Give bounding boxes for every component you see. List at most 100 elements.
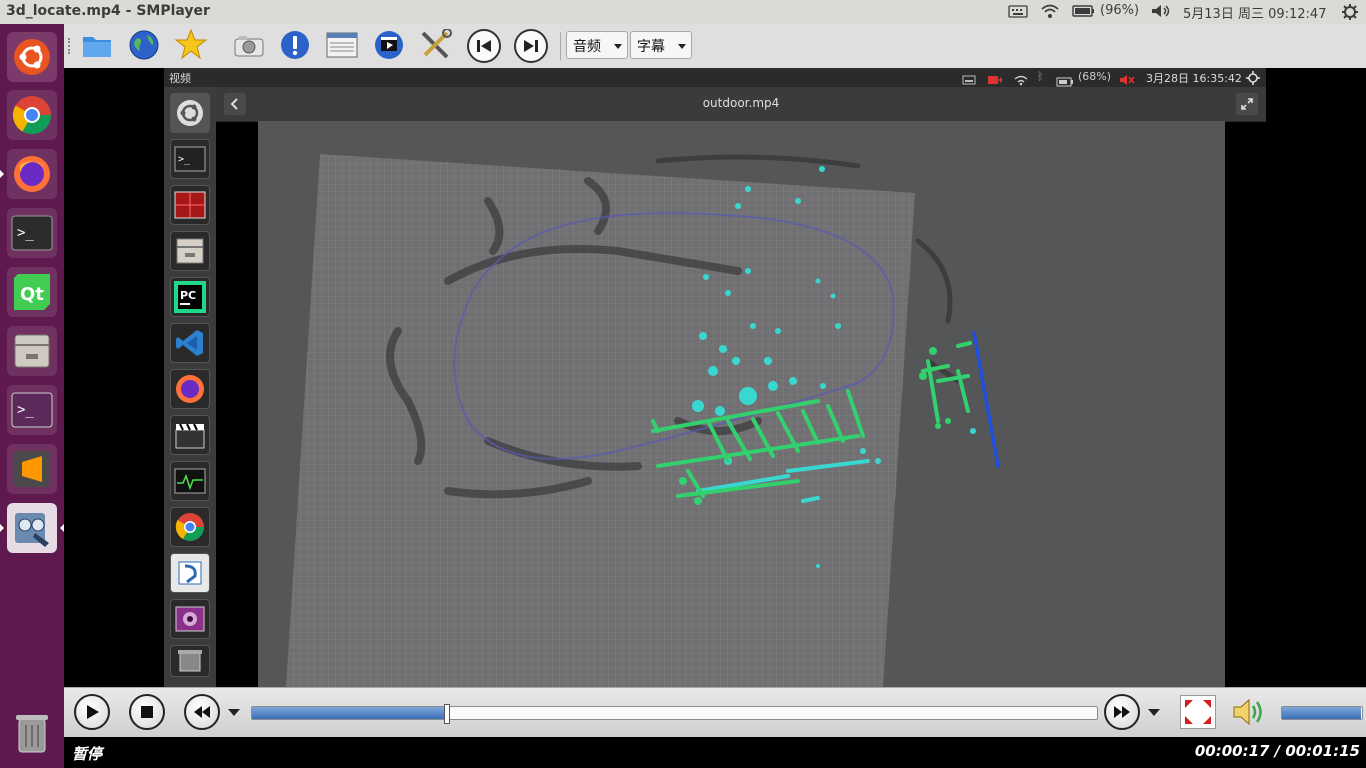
video-launcher-firefox xyxy=(170,369,210,409)
launcher-terminal[interactable]: >_ xyxy=(7,208,57,258)
video-launcher-monitor xyxy=(170,461,210,501)
screenshot-button[interactable] xyxy=(232,28,266,62)
window-title: 3d_locate.mp4 - SMPlayer xyxy=(6,3,210,19)
playlist-button[interactable] xyxy=(325,28,359,62)
launcher-firefox[interactable] xyxy=(7,149,57,199)
open-file-button[interactable] xyxy=(80,28,114,62)
ubuntu-logo-icon xyxy=(14,39,50,75)
pycharm-icon: PC xyxy=(174,281,206,313)
trash-icon xyxy=(16,715,48,753)
video-bluetooth-icon: ᛒ xyxy=(1037,70,1044,83)
battery-icon[interactable] xyxy=(1072,4,1096,22)
video-launcher-vscode xyxy=(170,323,210,363)
launcher-trash[interactable] xyxy=(7,708,57,758)
firefox-icon xyxy=(14,156,50,192)
launcher: >_ Qt >_ xyxy=(0,24,64,768)
forward-menu-chevron-icon[interactable] xyxy=(1148,709,1160,716)
video-inner-launcher: >_ PC xyxy=(164,87,216,687)
svg-text:>_: >_ xyxy=(17,402,34,418)
clapperboard-icon xyxy=(175,423,205,449)
video-launcher-pycharm: PC xyxy=(170,277,210,317)
exclamation-icon xyxy=(281,31,309,59)
ubuntu-logo-icon xyxy=(177,100,203,126)
open-url-button[interactable] xyxy=(127,28,161,62)
clapperboard-button[interactable] xyxy=(372,28,406,62)
toolbar-grip[interactable] xyxy=(68,38,73,54)
video-launcher-video-editor xyxy=(170,415,210,455)
seek-handle[interactable] xyxy=(444,704,451,724)
rewind-button[interactable] xyxy=(184,694,220,730)
wifi-icon[interactable] xyxy=(1040,3,1060,23)
video-launcher-system-monitor xyxy=(170,185,210,225)
subtitle-track-label: 字幕 xyxy=(637,39,665,55)
video-inner-top-panel: 视频 ᛒ (68%) 3月28日 16:35:42 xyxy=(164,68,1266,87)
playback-time: 00:00:17 / 00:01:15 xyxy=(1194,742,1360,760)
red-grid-icon xyxy=(174,191,206,219)
top-panel: 3d_locate.mp4 - SMPlayer (96%) 5月13日 周三 … xyxy=(0,0,1366,25)
qt-creator-icon: Qt xyxy=(14,274,50,310)
video-fullscreen-icon xyxy=(1236,93,1258,115)
stop-icon xyxy=(141,706,153,718)
power-gear-icon[interactable] xyxy=(1341,3,1359,25)
audio-track-label: 音频 xyxy=(573,39,601,55)
launcher-ubuntu-dash[interactable] xyxy=(7,32,57,82)
launcher-qt-creator[interactable]: Qt xyxy=(7,267,57,317)
stop-button[interactable] xyxy=(129,694,165,730)
launcher-smplayer[interactable] xyxy=(7,503,57,553)
launcher-sublime-text[interactable] xyxy=(7,444,57,494)
audio-track-select[interactable]: 音频 xyxy=(566,31,628,59)
fast-forward-icon xyxy=(1114,706,1130,718)
mute-button[interactable] xyxy=(1230,695,1270,729)
video-launcher-webcam xyxy=(170,599,210,639)
info-button[interactable] xyxy=(278,28,312,62)
fullscreen-button[interactable] xyxy=(1180,695,1216,729)
video-inner-window-title: 视频 xyxy=(169,72,191,85)
seek-bar[interactable] xyxy=(251,704,1098,724)
play-button[interactable] xyxy=(74,694,110,730)
previous-button[interactable] xyxy=(467,29,501,63)
firefox-icon xyxy=(176,375,204,403)
video-launcher-trash xyxy=(170,645,210,677)
svg-text:>_: >_ xyxy=(17,225,34,241)
toolbar-separator xyxy=(560,32,561,60)
chrome-icon xyxy=(175,513,204,541)
launcher-chrome[interactable] xyxy=(7,90,57,140)
clapperboard-icon xyxy=(375,31,403,59)
skip-previous-icon xyxy=(477,40,491,52)
tools-icon xyxy=(421,29,452,59)
star-icon xyxy=(174,28,208,60)
volume-icon[interactable] xyxy=(1150,3,1172,23)
terminal-icon: >_ xyxy=(11,215,53,251)
playback-controls xyxy=(64,687,1366,738)
webcam-icon xyxy=(175,606,205,632)
seek-bar-fill xyxy=(252,707,447,719)
vscode-icon xyxy=(176,330,203,356)
launcher-terminal-2[interactable]: >_ xyxy=(7,385,57,435)
video-frame xyxy=(258,121,1225,687)
clock[interactable]: 5月13日 周三 09:12:47 xyxy=(1183,3,1326,22)
launcher-running-indicator-2 xyxy=(0,524,4,532)
rewind-menu-chevron-icon[interactable] xyxy=(228,709,240,716)
play-icon xyxy=(87,705,99,719)
files-icon xyxy=(14,334,50,368)
subtitle-track-select[interactable]: 字幕 xyxy=(630,31,692,59)
keyboard-icon[interactable] xyxy=(1008,3,1028,23)
camera-icon xyxy=(234,36,264,57)
next-button[interactable] xyxy=(514,29,548,63)
favorites-button[interactable] xyxy=(174,28,208,62)
video-clock: 3月28日 16:35:42 xyxy=(1146,72,1242,85)
sublime-text-icon xyxy=(14,451,50,487)
launcher-files[interactable] xyxy=(7,326,57,376)
files-icon xyxy=(176,238,204,264)
rewind-icon xyxy=(194,706,210,718)
point-cloud-visualization xyxy=(286,154,1000,687)
video-player-title: outdoor.mp4 xyxy=(702,96,780,110)
preferences-button[interactable] xyxy=(419,28,453,62)
terminal-icon: >_ xyxy=(174,146,206,172)
svg-text:>_: >_ xyxy=(178,154,191,165)
volume-slider[interactable] xyxy=(1281,706,1363,720)
forward-button[interactable] xyxy=(1104,694,1140,730)
status-bar: 暂停 00:00:17 / 00:01:15 xyxy=(64,737,1366,768)
svg-text:PC: PC xyxy=(180,289,196,302)
playlist-icon xyxy=(326,32,358,58)
